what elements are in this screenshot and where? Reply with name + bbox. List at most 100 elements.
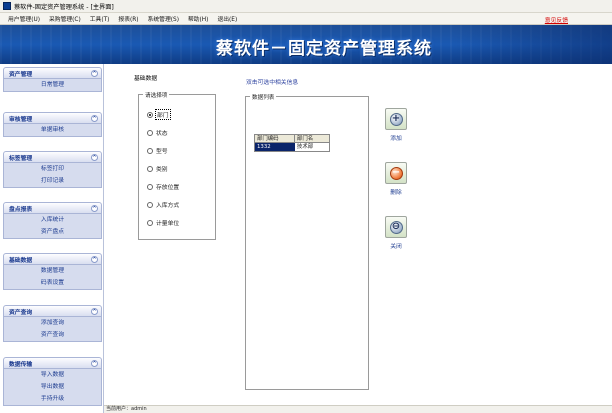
sidebar-group-header[interactable]: 基础数据 ^ bbox=[3, 253, 102, 265]
sidebar-group-header[interactable]: 审核管理 ^ bbox=[3, 112, 102, 124]
radio-label: 类别 bbox=[156, 167, 168, 173]
plus-icon: + bbox=[389, 112, 403, 126]
sidebar-group-title: 资产查询 bbox=[9, 309, 33, 316]
radio-label: 存放位置 bbox=[156, 185, 180, 191]
feedback-link[interactable]: 意见反馈 bbox=[545, 15, 568, 24]
menu-tools[interactable]: 工具(T) bbox=[90, 14, 110, 23]
sidebar-item-doc-audit[interactable]: 单据审核 bbox=[4, 124, 101, 136]
radio-option[interactable]: 类别 bbox=[147, 164, 168, 173]
radio-option[interactable]: 计量单位 bbox=[147, 218, 179, 227]
sidebar-item-handheld-upgrade[interactable]: 手持升级 bbox=[4, 393, 101, 405]
radio-option[interactable]: 状态 bbox=[147, 128, 168, 137]
menu-bar: 用户管理(U) 采购管理(C) 工具(T) 报表(R) 系统管理(S) 帮助(H… bbox=[0, 13, 612, 25]
sidebar-item-label-print[interactable]: 标签打印 bbox=[4, 163, 101, 175]
close-button[interactable]: ⊖ bbox=[385, 216, 407, 238]
banner-decoration bbox=[452, 25, 612, 64]
hint-text: 双击可选中相关信息 bbox=[246, 80, 299, 86]
radio-label: 入库方式 bbox=[156, 203, 180, 209]
close-action: ⊖ 关闭 bbox=[376, 216, 416, 250]
delete-button[interactable]: − bbox=[385, 162, 407, 184]
collapse-icon[interactable]: ^ bbox=[91, 70, 98, 77]
radio-option[interactable]: 型号 bbox=[147, 146, 168, 155]
status-bar: 当前用户：admin bbox=[104, 405, 612, 413]
app-icon bbox=[3, 2, 11, 10]
add-label[interactable]: 添加 bbox=[376, 133, 416, 142]
column-header-dept-code[interactable]: 部门编码 bbox=[255, 135, 295, 142]
sidebar-group-title: 审核管理 bbox=[9, 116, 33, 123]
sidebar-item-data-manage[interactable]: 数据管理 bbox=[4, 265, 101, 277]
data-list-group: 数据列表 部门编码 部门名 1332 技术部 bbox=[245, 93, 369, 390]
radio-option[interactable]: 部门 bbox=[147, 109, 171, 120]
main-panel: 基础数据 双击可选中相关信息 请选择项 部门 状态 型号 类别 存放位置 入库方… bbox=[104, 64, 612, 405]
table-cell-dept-name[interactable]: 技术部 bbox=[295, 143, 329, 151]
sidebar-group-header[interactable]: 资产管理 ^ bbox=[3, 67, 102, 79]
delete-label[interactable]: 删除 bbox=[376, 187, 416, 196]
grid-header-row: 部门编码 部门名 bbox=[255, 135, 329, 143]
radio-label: 型号 bbox=[156, 149, 168, 155]
sidebar-group-body: 导入数据 导出数据 手持升级 bbox=[3, 369, 102, 406]
sidebar-group-audit: 审核管理 ^ 单据审核 bbox=[3, 112, 102, 137]
sidebar-item-daily[interactable]: 日常管理 bbox=[4, 79, 101, 91]
sidebar-group-labels: 标签管理 ^ 标签打印 打印记录 bbox=[3, 151, 102, 188]
menu-user[interactable]: 用户管理(U) bbox=[8, 14, 40, 23]
section-title: 基础数据 bbox=[134, 76, 158, 82]
sidebar: 资产管理 ^ 日常管理 审核管理 ^ 单据审核 标签管理 ^ 标签打印 打印记录… bbox=[0, 64, 104, 413]
column-header-dept-name[interactable]: 部门名 bbox=[295, 135, 329, 142]
sidebar-item-import[interactable]: 导入数据 bbox=[4, 369, 101, 381]
radio-label: 计量单位 bbox=[156, 221, 180, 227]
menu-reports[interactable]: 报表(R) bbox=[118, 14, 138, 23]
radio-button[interactable] bbox=[147, 147, 153, 154]
sidebar-item-print-log[interactable]: 打印记录 bbox=[4, 175, 101, 187]
sidebar-item-asset-count[interactable]: 资产盘点 bbox=[4, 226, 101, 238]
menu-purchase[interactable]: 采购管理(C) bbox=[49, 14, 81, 23]
radio-button[interactable] bbox=[147, 111, 153, 118]
sidebar-group-header[interactable]: 数据传输 ^ bbox=[3, 357, 102, 369]
sidebar-item-export[interactable]: 导出数据 bbox=[4, 381, 101, 393]
sidebar-group-query: 资产查询 ^ 添加查询 资产查询 bbox=[3, 305, 102, 342]
radio-button[interactable] bbox=[147, 165, 153, 172]
sidebar-group-title: 标签管理 bbox=[9, 155, 33, 162]
sidebar-group-body: 添加查询 资产查询 bbox=[3, 317, 102, 342]
header-banner: 蔡软件－固定资产管理系统 bbox=[0, 25, 612, 64]
sidebar-item-code-settings[interactable]: 码表设置 bbox=[4, 277, 101, 289]
collapse-icon[interactable]: ^ bbox=[91, 154, 98, 161]
sidebar-group-transfer: 数据传输 ^ 导入数据 导出数据 手持升级 bbox=[3, 357, 102, 406]
collapse-icon[interactable]: ^ bbox=[91, 115, 98, 122]
table-cell-dept-code[interactable]: 1332 bbox=[255, 143, 295, 151]
data-grid[interactable]: 部门编码 部门名 1332 技术部 bbox=[254, 134, 330, 152]
sidebar-group-title: 数据传输 bbox=[9, 361, 33, 368]
data-list-legend: 数据列表 bbox=[250, 93, 277, 101]
table-row[interactable]: 1332 技术部 bbox=[255, 143, 329, 151]
collapse-icon[interactable]: ^ bbox=[91, 205, 98, 212]
status-text: 当前用户：admin bbox=[106, 406, 147, 412]
radio-button[interactable] bbox=[147, 219, 153, 226]
sidebar-group-header[interactable]: 盘点报表 ^ bbox=[3, 202, 102, 214]
sidebar-item-add-query[interactable]: 添加查询 bbox=[4, 317, 101, 329]
radio-button[interactable] bbox=[147, 201, 153, 208]
close-label[interactable]: 关闭 bbox=[376, 241, 416, 250]
select-group: 请选择项 部门 状态 型号 类别 存放位置 入库方式 计量单位 bbox=[138, 91, 216, 240]
radio-button[interactable] bbox=[147, 183, 153, 190]
sidebar-group-body: 数据管理 码表设置 bbox=[3, 265, 102, 290]
menu-exit[interactable]: 退出(E) bbox=[217, 14, 237, 23]
sidebar-group-title: 基础数据 bbox=[9, 257, 33, 264]
delete-action: − 删除 bbox=[376, 162, 416, 196]
sidebar-item-asset-query[interactable]: 资产查询 bbox=[4, 329, 101, 341]
add-action: + 添加 bbox=[376, 108, 416, 142]
menu-help[interactable]: 帮助(H) bbox=[188, 14, 208, 23]
radio-option[interactable]: 存放位置 bbox=[147, 182, 179, 191]
banner-title: 蔡软件－固定资产管理系统 bbox=[216, 39, 432, 59]
collapse-icon[interactable]: ^ bbox=[91, 256, 98, 263]
sidebar-item-stock-stats[interactable]: 入库统计 bbox=[4, 214, 101, 226]
sidebar-group-body: 标签打印 打印记录 bbox=[3, 163, 102, 188]
sidebar-group-header[interactable]: 标签管理 ^ bbox=[3, 151, 102, 163]
menu-system[interactable]: 系统管理(S) bbox=[148, 14, 179, 23]
collapse-icon[interactable]: ^ bbox=[91, 308, 98, 315]
add-button[interactable]: + bbox=[385, 108, 407, 130]
sidebar-group-header[interactable]: 资产查询 ^ bbox=[3, 305, 102, 317]
radio-option[interactable]: 入库方式 bbox=[147, 200, 179, 209]
minus-icon: − bbox=[389, 166, 403, 180]
collapse-icon[interactable]: ^ bbox=[91, 360, 98, 367]
title-bar: 蔡软件-固定资产管理系统 - [主界面] bbox=[0, 0, 612, 13]
radio-button[interactable] bbox=[147, 129, 153, 136]
